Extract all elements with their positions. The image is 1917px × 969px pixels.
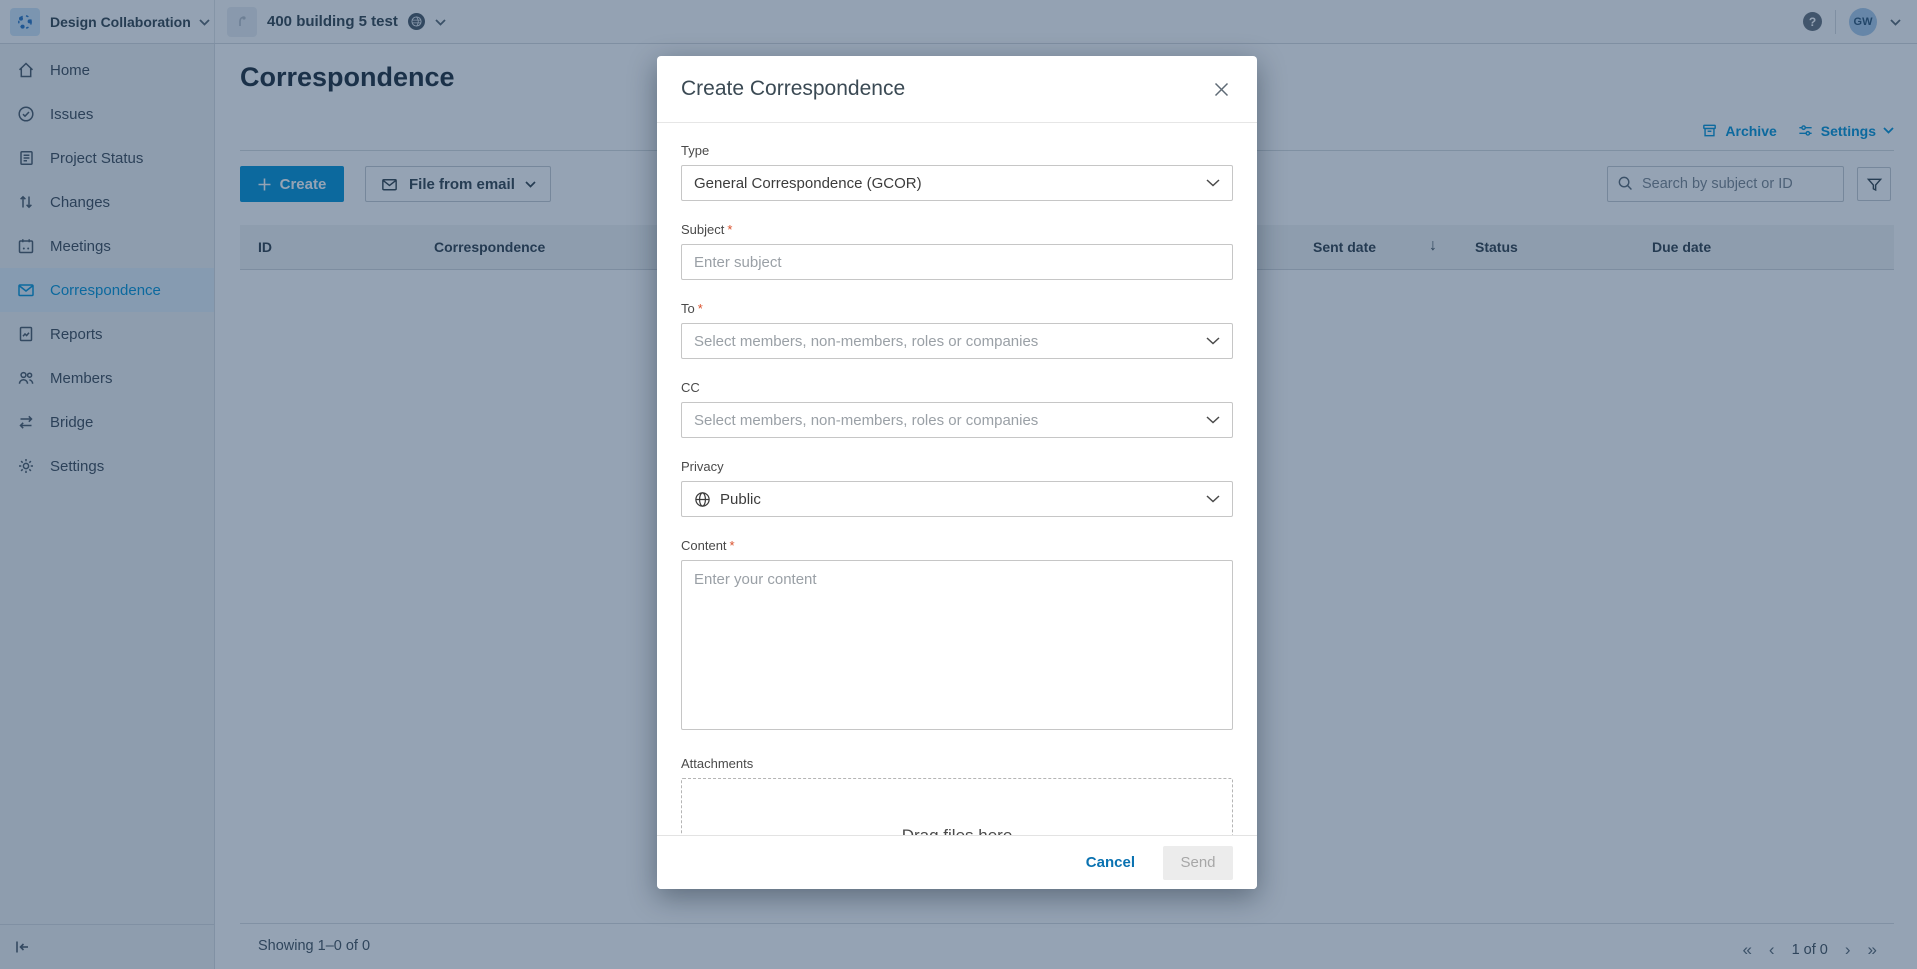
- type-chevron-down-icon: [1206, 179, 1220, 187]
- to-chevron-down-icon: [1206, 337, 1220, 345]
- type-field-group: Type General Correspondence (GCOR): [681, 143, 1233, 201]
- type-select[interactable]: General Correspondence (GCOR): [681, 165, 1233, 201]
- modal-header: Create Correspondence: [657, 56, 1257, 123]
- required-marker: *: [730, 538, 735, 553]
- create-correspondence-modal: Create Correspondence Type General Corre…: [657, 56, 1257, 889]
- to-label: To*: [681, 301, 1233, 316]
- cc-select[interactable]: Select members, non-members, roles or co…: [681, 402, 1233, 438]
- close-button[interactable]: [1210, 78, 1233, 101]
- cancel-button[interactable]: Cancel: [1086, 854, 1135, 871]
- subject-input[interactable]: [681, 244, 1233, 280]
- required-marker: *: [727, 222, 732, 237]
- privacy-select[interactable]: Public: [681, 481, 1233, 517]
- send-button[interactable]: Send: [1163, 846, 1233, 880]
- privacy-label: Privacy: [681, 459, 1233, 474]
- modal-body: Type General Correspondence (GCOR) Subje…: [657, 123, 1257, 888]
- to-field-group: To* Select members, non-members, roles o…: [681, 301, 1233, 359]
- subject-label: Subject*: [681, 222, 1233, 237]
- cc-placeholder: Select members, non-members, roles or co…: [694, 412, 1038, 429]
- privacy-selected-value: Public: [720, 491, 761, 508]
- subject-field-group: Subject*: [681, 222, 1233, 280]
- app-window: Design Collaboration 400 building 5 test: [0, 0, 1917, 969]
- type-selected-value: General Correspondence (GCOR): [694, 175, 922, 192]
- to-placeholder: Select members, non-members, roles or co…: [694, 333, 1038, 350]
- close-icon: [1214, 82, 1229, 97]
- type-label: Type: [681, 143, 1233, 158]
- modal-title: Create Correspondence: [681, 77, 905, 101]
- cc-chevron-down-icon: [1206, 416, 1220, 424]
- cc-field-group: CC Select members, non-members, roles or…: [681, 380, 1233, 438]
- privacy-field-group: Privacy Public: [681, 459, 1233, 517]
- content-label: Content*: [681, 538, 1233, 553]
- content-field-group: Content*: [681, 538, 1233, 735]
- privacy-chevron-down-icon: [1206, 495, 1220, 503]
- to-select[interactable]: Select members, non-members, roles or co…: [681, 323, 1233, 359]
- attachments-label: Attachments: [681, 756, 1233, 771]
- cc-label: CC: [681, 380, 1233, 395]
- modal-footer: Cancel Send: [657, 835, 1257, 889]
- content-textarea[interactable]: [681, 560, 1233, 730]
- globe-icon: [694, 491, 711, 508]
- required-marker: *: [698, 301, 703, 316]
